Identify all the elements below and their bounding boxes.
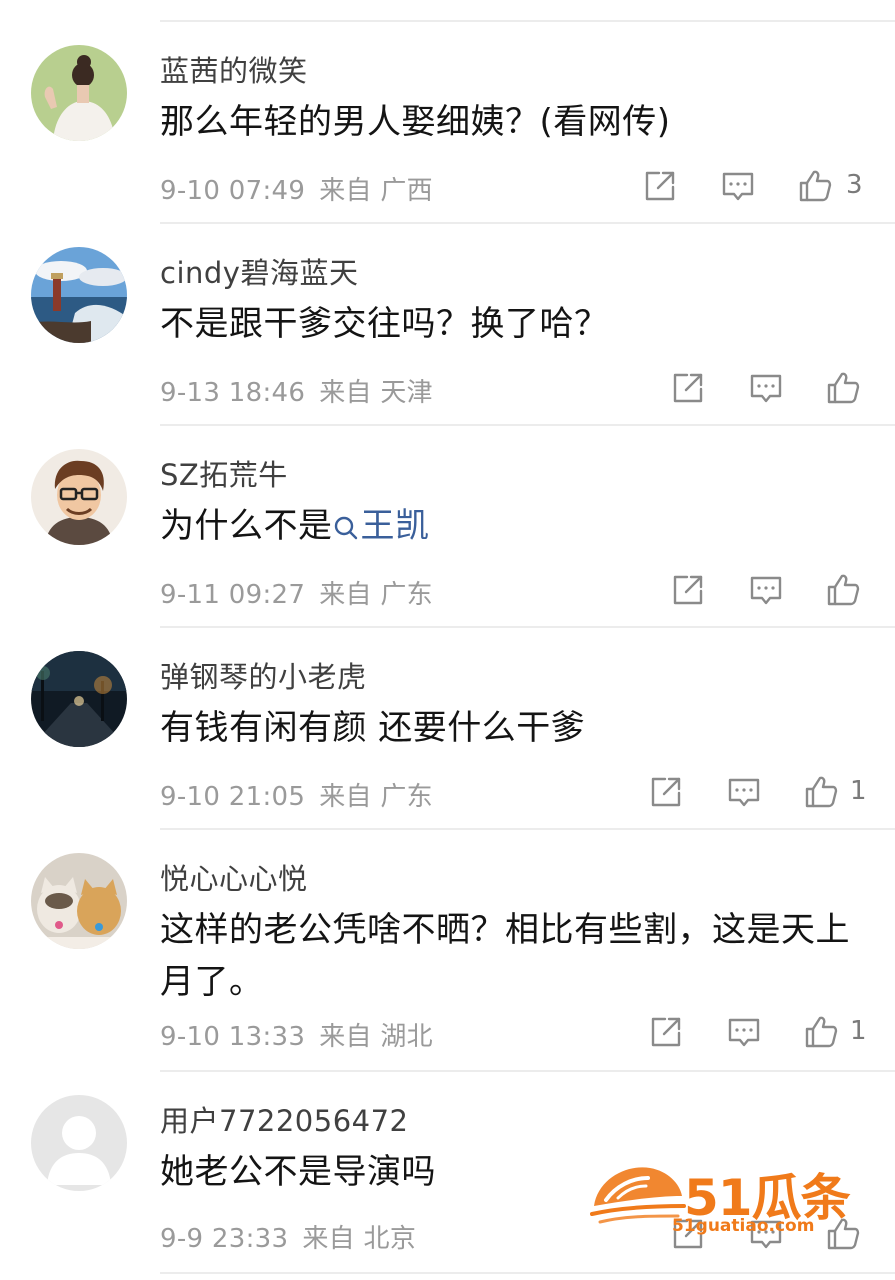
comment-meta: 9-10 13:33 来自 湖北 [160,1016,433,1053]
comment-text: 这样的老公凭啥不晒？相比有些割，这是天上月了。 [160,910,850,1002]
repost-icon[interactable] [670,370,706,406]
like-icon[interactable] [825,370,861,406]
comment-icon[interactable] [726,1014,762,1050]
username[interactable]: SZ拓荒牛 [160,452,288,494]
repost-icon[interactable] [648,774,684,810]
topic-mention-link[interactable]: 王凯 [333,506,430,546]
user-avatar[interactable] [31,45,127,141]
repost-icon[interactable] [642,168,678,204]
like-icon[interactable] [803,1014,839,1050]
user-avatar[interactable] [31,247,127,343]
like-count: 1 [850,1016,867,1046]
comment-location: 来自 广东 [319,580,433,610]
user-avatar[interactable] [31,651,127,747]
username[interactable]: 用户7722056472 [160,1098,409,1140]
divider [160,1272,895,1274]
comment-actions [668,370,868,410]
comment-actions: 1 [646,1014,876,1054]
comment-location: 来自 湖北 [319,1022,433,1052]
comment-time: 9-13 18:46 [160,378,306,408]
comment-icon[interactable] [720,168,756,204]
user-avatar[interactable] [31,1095,127,1191]
like-icon[interactable] [797,168,833,204]
comment-item: SZ拓荒牛 为什么不是 王凯 9-11 09:27 来自 广东 [0,426,895,626]
comment-text: 不是跟干爹交往吗？换了哈？ [160,304,609,344]
like-icon[interactable] [803,774,839,810]
like-icon[interactable] [825,572,861,608]
comment-meta: 9-9 23:33 来自 北京 [160,1218,416,1255]
comment-time: 9-10 13:33 [160,1022,306,1052]
comment-icon[interactable] [726,774,762,810]
comment-time: 9-9 23:33 [160,1224,289,1254]
comment-time: 9-10 21:05 [160,782,306,812]
mention-text[interactable]: 王凯 [361,506,430,546]
comment-item: 蓝茜的微笑 那么年轻的男人娶细姨？(看网传) 9-10 07:49 来自 广西 3 [0,22,895,222]
comment-icon[interactable] [748,572,784,608]
user-avatar[interactable] [31,449,127,545]
comment-time: 9-11 09:27 [160,580,306,610]
comment-text: 为什么不是 王凯 [160,500,860,552]
user-avatar[interactable] [31,853,127,949]
watermark-domain: 51guatiao.com [672,1216,815,1236]
comment-feed: 蓝茜的微笑 那么年轻的男人娶细姨？(看网传) 9-10 07:49 来自 广西 3 [0,0,895,1280]
username[interactable]: 悦心心心悦 [160,856,308,898]
username[interactable]: 蓝茜的微笑 [160,48,308,90]
username[interactable]: cindy碧海蓝天 [160,250,358,292]
comment-text-before: 为什么不是 [160,506,333,546]
comment-actions [668,572,868,612]
comment-meta: 9-11 09:27 来自 广东 [160,574,433,611]
like-count: 1 [850,776,867,806]
comment-location: 来自 天津 [319,378,433,408]
comment-location: 来自 广东 [319,782,433,812]
comment-actions: 3 [640,168,880,208]
comment-actions: 1 [646,774,876,814]
search-icon [334,516,357,539]
comment-item: 弹钢琴的小老虎 有钱有闲有颜 还要什么干爹 9-10 21:05 来自 广东 1 [0,628,895,828]
username[interactable]: 弹钢琴的小老虎 [160,654,367,696]
comment-text: 有钱有闲有颜 还要什么干爹 [160,708,586,748]
comment-text: 那么年轻的男人娶细姨？(看网传) [160,102,671,142]
site-watermark: 51瓜条 51guatiao.com [588,1150,868,1250]
comment-location: 来自 北京 [302,1224,417,1254]
like-count: 3 [846,170,863,200]
comment-meta: 9-13 18:46 来自 天津 [160,372,433,409]
comment-meta: 9-10 21:05 来自 广东 [160,776,433,813]
comment-location: 来自 广西 [319,176,433,206]
comment-meta: 9-10 07:49 来自 广西 [160,170,433,207]
comment-item: cindy碧海蓝天 不是跟干爹交往吗？换了哈？ 9-13 18:46 来自 天津 [0,224,895,424]
comment-time: 9-10 07:49 [160,176,306,206]
repost-icon[interactable] [648,1014,684,1050]
repost-icon[interactable] [670,572,706,608]
comment-icon[interactable] [748,370,784,406]
comment-item: 悦心心心悦 这样的老公凭啥不晒？相比有些割，这是天上月了。 9-10 13:33… [0,830,895,1070]
